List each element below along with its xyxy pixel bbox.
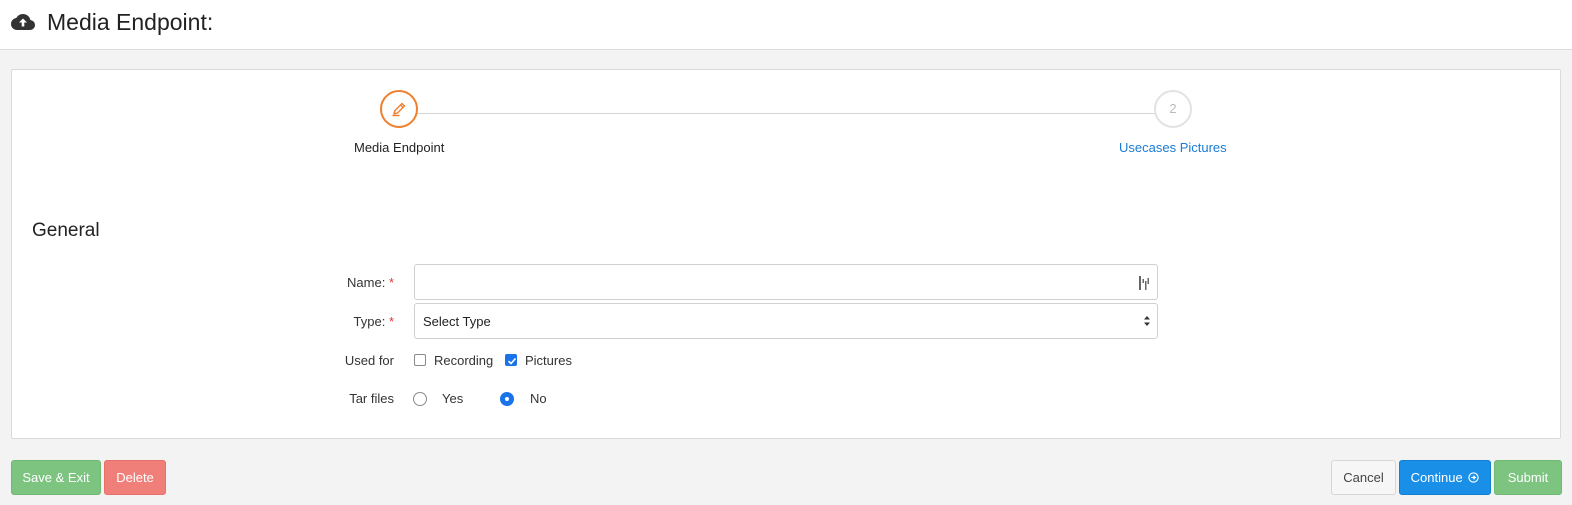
select-arrows-icon	[1144, 316, 1150, 326]
tar-files-no-label[interactable]: No	[530, 391, 547, 406]
continue-label: Continue	[1410, 470, 1463, 485]
type-select[interactable]: Select Type	[414, 303, 1158, 339]
stepper-connector	[408, 113, 1155, 114]
step-1-indicator[interactable]	[380, 90, 418, 128]
name-label: Name: *	[347, 275, 394, 290]
required-mark: *	[388, 314, 394, 329]
save-exit-button[interactable]: Save & Exit	[11, 460, 101, 495]
step-1-label[interactable]: Media Endpoint	[354, 140, 444, 155]
step-2-label[interactable]: Usecases Pictures	[1119, 140, 1227, 155]
used-for-label: Used for	[344, 353, 394, 368]
recording-label[interactable]: Recording	[434, 353, 493, 368]
name-input[interactable]	[415, 265, 1157, 299]
recording-checkbox[interactable]	[414, 354, 426, 366]
pictures-checkbox[interactable]	[505, 354, 517, 366]
pictures-label[interactable]: Pictures	[525, 353, 572, 368]
pencil-icon	[392, 102, 406, 117]
page-header: Media Endpoint:	[0, 0, 1572, 50]
cancel-button[interactable]: Cancel	[1331, 460, 1396, 495]
continue-button[interactable]: Continue	[1399, 460, 1491, 495]
name-field-wrapper	[414, 264, 1158, 300]
tar-files-no-radio[interactable]	[500, 392, 514, 406]
section-title: General	[32, 220, 100, 241]
type-label: Type: *	[353, 314, 394, 329]
step-2-indicator[interactable]: 2	[1154, 90, 1192, 128]
tar-files-label: Tar files	[349, 391, 394, 406]
submit-button[interactable]: Submit	[1494, 460, 1562, 495]
type-selected-value: Select Type	[423, 314, 491, 329]
password-manager-icon[interactable]	[1139, 276, 1149, 290]
cloud-upload-icon	[11, 14, 35, 30]
arrow-circle-right-icon	[1468, 472, 1480, 483]
delete-button[interactable]: Delete	[104, 460, 166, 495]
page-title: Media Endpoint:	[47, 9, 214, 35]
tar-files-yes-label[interactable]: Yes	[442, 391, 463, 406]
form-card	[11, 69, 1561, 439]
check-icon	[507, 357, 517, 365]
tar-files-yes-radio[interactable]	[413, 392, 427, 406]
required-mark: *	[388, 275, 394, 290]
